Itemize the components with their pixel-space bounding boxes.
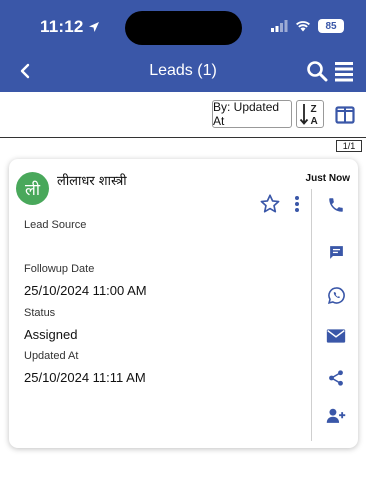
- sort-by-label: By: Updated At: [213, 100, 280, 128]
- followup-label: Followup Date: [24, 263, 95, 275]
- page-count: 1/1: [336, 140, 362, 152]
- search-button[interactable]: [306, 60, 328, 82]
- avatar: ली: [16, 172, 49, 205]
- clock-text: 11:12: [40, 17, 84, 36]
- battery-level: 85: [325, 20, 337, 32]
- sort-az-icon: Z A: [299, 104, 318, 127]
- sort-by-select[interactable]: By: Updated At: [212, 100, 292, 128]
- lead-name[interactable]: लीलाधर शास्त्री: [57, 171, 127, 189]
- status-value: Assigned: [24, 327, 78, 342]
- lead-card[interactable]: ली लीलाधर शास्त्री Just Now Lead Source …: [9, 159, 358, 448]
- add-user-icon: [326, 408, 346, 423]
- status-icons: 85: [271, 19, 344, 33]
- add-contact-button[interactable]: [325, 405, 347, 427]
- star-icon: [260, 194, 280, 213]
- app-header: 11:12 85 Leads (1): [0, 0, 366, 92]
- message-icon: [329, 245, 343, 259]
- menu-icon: [335, 62, 353, 82]
- more-options-button[interactable]: [293, 195, 301, 213]
- wifi-icon: [296, 21, 310, 32]
- dynamic-island: [125, 11, 242, 45]
- email-button[interactable]: [325, 325, 347, 347]
- updated-at-value: 25/10/2024 11:11 AM: [24, 370, 146, 385]
- svg-text:A: A: [311, 116, 318, 127]
- updated-relative: Just Now: [305, 173, 350, 184]
- email-icon: [326, 329, 346, 343]
- phone-icon: [329, 198, 343, 212]
- layout-toggle-button[interactable]: [335, 106, 355, 124]
- followup-value: 25/10/2024 11:00 AM: [24, 283, 147, 298]
- message-button[interactable]: [325, 241, 347, 263]
- status-time: 11:12: [40, 17, 100, 37]
- sort-order-button[interactable]: Z A: [296, 100, 324, 128]
- search-icon: [307, 61, 328, 82]
- location-arrow-icon: [88, 22, 99, 32]
- share-icon: [329, 370, 343, 386]
- whatsapp-icon: [327, 286, 345, 304]
- lead-source-label: Lead Source: [24, 219, 87, 231]
- battery-icon: 85: [318, 19, 344, 33]
- menu-button[interactable]: [334, 60, 354, 82]
- columns-icon: [335, 106, 355, 124]
- svg-text:Z: Z: [311, 104, 317, 115]
- sort-toolbar: By: Updated At Z A: [0, 92, 366, 138]
- updated-at-label: Updated At: [24, 350, 79, 362]
- more-vertical-icon: [295, 196, 299, 212]
- signal-icon: [271, 20, 288, 32]
- action-divider: [311, 189, 312, 441]
- call-button[interactable]: [325, 194, 347, 216]
- whatsapp-button[interactable]: [325, 284, 347, 306]
- status-label: Status: [24, 307, 56, 319]
- favorite-button[interactable]: [259, 193, 281, 215]
- share-button[interactable]: [325, 367, 347, 389]
